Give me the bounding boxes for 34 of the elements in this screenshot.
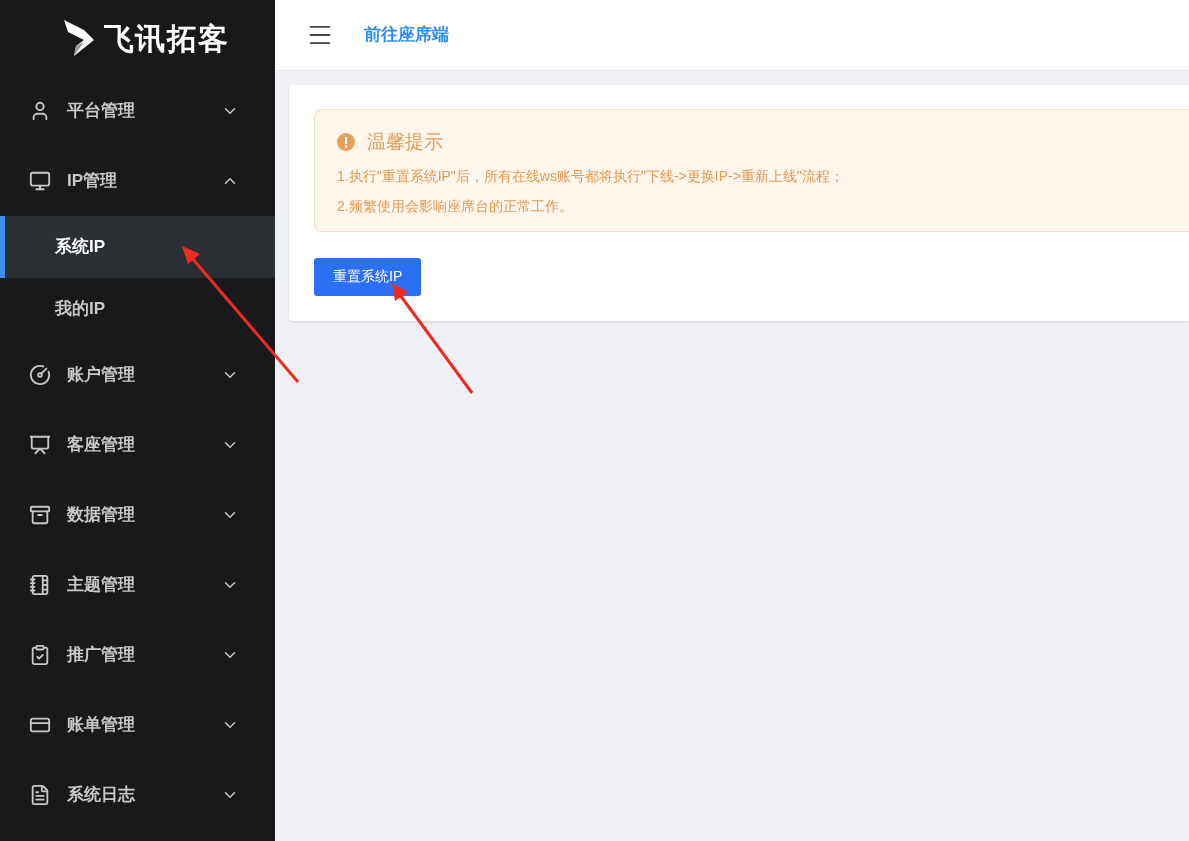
alert-text: 1.执行"重置系统IP"后，所有在线ws账号都将执行"下线->更换IP->重新上线"流程； bbox=[337, 166, 845, 186]
menu-item[interactable]: 数据管理 bbox=[0, 480, 275, 550]
menu-label: 数据管理 bbox=[67, 504, 136, 527]
menu-item[interactable]: 账户管理 bbox=[0, 340, 275, 410]
menu-item[interactable]: IP管理 bbox=[0, 146, 275, 216]
monitor-icon bbox=[29, 170, 51, 192]
submenu-item[interactable]: 我的IP bbox=[0, 278, 275, 340]
document-icon bbox=[29, 784, 51, 806]
presentation-board-icon bbox=[29, 434, 51, 456]
menu-label: 账户管理 bbox=[67, 364, 136, 387]
submenu-item[interactable]: 系统IP bbox=[0, 216, 275, 278]
alert-text: 2.频繁使用会影响座席台的正常工作。 bbox=[337, 196, 574, 216]
menu-item[interactable]: 客座管理 bbox=[0, 410, 275, 480]
menu-label: IP管理 bbox=[67, 170, 119, 193]
warning-icon bbox=[337, 133, 355, 152]
menu-label: 推广管理 bbox=[67, 644, 136, 667]
menu-item[interactable]: 账单管理 bbox=[0, 690, 275, 760]
menu-label: 客座管理 bbox=[67, 434, 136, 457]
alert-title: 温馨提示 bbox=[367, 130, 443, 154]
reset-ip-button[interactable]: 重置系统IP bbox=[314, 257, 422, 296]
menu-label: 主题管理 bbox=[67, 574, 136, 597]
menu-label: 账单管理 bbox=[67, 714, 136, 737]
logo-text: 飞讯拓客 bbox=[103, 20, 230, 57]
logo-icon bbox=[61, 18, 96, 58]
notebook-icon bbox=[29, 574, 51, 596]
archive-icon bbox=[29, 504, 51, 526]
gauge-icon bbox=[29, 364, 51, 386]
menu-item[interactable]: 平台管理 bbox=[0, 76, 275, 146]
menu-label: 系统日志 bbox=[67, 784, 136, 807]
menu-item[interactable]: 系统日志 bbox=[0, 760, 275, 830]
clipboard-icon bbox=[29, 644, 51, 666]
menu-label: 平台管理 bbox=[67, 100, 136, 123]
menu-item[interactable]: 主题管理 bbox=[0, 550, 275, 620]
menu-item[interactable]: 推广管理 bbox=[0, 620, 275, 690]
